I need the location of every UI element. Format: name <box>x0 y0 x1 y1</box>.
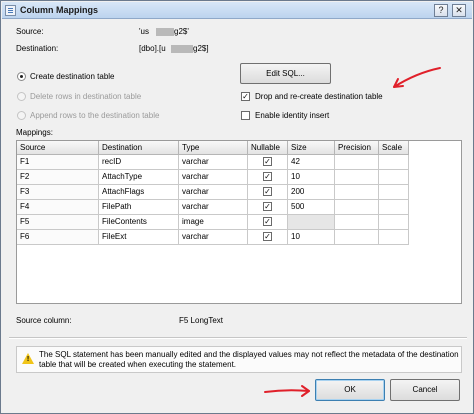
nullable-checkbox[interactable]: ✓ <box>263 157 272 166</box>
identity-insert-label[interactable]: Enable identity insert <box>255 111 329 121</box>
cell-nullable[interactable]: ✓ <box>248 185 288 200</box>
cell-nullable[interactable]: ✓ <box>248 170 288 185</box>
cancel-button[interactable]: Cancel <box>390 379 460 401</box>
cell-scale[interactable] <box>379 215 409 230</box>
cell-destination[interactable]: FilePath <box>99 200 179 215</box>
cell-precision[interactable] <box>335 215 379 230</box>
column-header-destination[interactable]: Destination <box>99 141 179 155</box>
cell-size[interactable]: 200 <box>288 185 335 200</box>
nullable-checkbox[interactable]: ✓ <box>263 217 272 226</box>
window-title: Column Mappings <box>20 5 98 15</box>
nullable-checkbox[interactable]: ✓ <box>263 187 272 196</box>
help-button[interactable]: ? <box>434 4 448 17</box>
ok-button[interactable]: OK <box>315 379 385 401</box>
source-value-end: g2$' <box>174 27 189 36</box>
cell-source[interactable]: F6 <box>17 230 99 245</box>
cell-destination[interactable]: FileExt <box>99 230 179 245</box>
delete-rows-label[interactable]: Delete rows in destination table <box>30 92 141 102</box>
cell-size[interactable]: 500 <box>288 200 335 215</box>
column-header-type[interactable]: Type <box>179 141 248 155</box>
cell-destination[interactable]: AttachType <box>99 170 179 185</box>
destination-value-end: g2$] <box>193 44 209 53</box>
create-table-label[interactable]: Create destination table <box>30 72 115 82</box>
cell-precision[interactable] <box>335 230 379 245</box>
nullable-checkbox[interactable]: ✓ <box>263 202 272 211</box>
append-rows-label[interactable]: Append rows to the destination table <box>30 111 159 121</box>
column-header-precision[interactable]: Precision <box>335 141 379 155</box>
cell-nullable[interactable]: ✓ <box>248 200 288 215</box>
identity-insert-checkbox[interactable] <box>241 111 250 120</box>
cell-precision[interactable] <box>335 155 379 170</box>
dialog-window: Column Mappings ? ✕ Source: 'us g2$' Des… <box>0 0 474 414</box>
destination-label: Destination: <box>16 44 59 53</box>
cell-scale[interactable] <box>379 185 409 200</box>
mappings-grid[interactable]: Source Destination Type Nullable Size Pr… <box>16 140 462 304</box>
warning-icon-mark: ! <box>26 356 30 363</box>
title-bar[interactable]: Column Mappings ? ✕ <box>2 2 472 19</box>
cell-source[interactable]: F3 <box>17 185 99 200</box>
source-redaction <box>156 28 174 36</box>
cell-scale[interactable] <box>379 170 409 185</box>
cell-precision[interactable] <box>335 200 379 215</box>
warning-message: The SQL statement has been manually edit… <box>39 350 459 369</box>
mappings-label: Mappings: <box>16 128 53 137</box>
cell-destination[interactable]: AttachFlags <box>99 185 179 200</box>
cell-size[interactable]: 10 <box>288 170 335 185</box>
cell-destination[interactable]: recID <box>99 155 179 170</box>
cell-precision[interactable] <box>335 170 379 185</box>
edit-sql-button[interactable]: Edit SQL... <box>240 63 331 84</box>
column-header-size[interactable]: Size <box>288 141 335 155</box>
column-header-nullable[interactable]: Nullable <box>248 141 288 155</box>
warning-bar: ! The SQL statement has been manually ed… <box>16 346 462 373</box>
cell-nullable[interactable]: ✓ <box>248 215 288 230</box>
source-column-value: F5 LongText <box>179 316 224 325</box>
cell-type[interactable]: varchar <box>179 170 248 185</box>
source-column-label: Source column: <box>16 316 72 325</box>
annotation-arrow-ok <box>263 384 313 398</box>
cell-source[interactable]: F4 <box>17 200 99 215</box>
destination-value-start: [dbo].[u <box>139 44 166 53</box>
cell-destination[interactable]: FileContents <box>99 215 179 230</box>
close-button[interactable]: ✕ <box>452 4 466 17</box>
append-rows-radio[interactable] <box>17 111 26 120</box>
destination-redaction <box>171 45 193 53</box>
cell-source[interactable]: F2 <box>17 170 99 185</box>
nullable-checkbox[interactable]: ✓ <box>263 172 272 181</box>
cell-size[interactable]: 42 <box>288 155 335 170</box>
separator <box>9 337 467 339</box>
delete-rows-radio[interactable] <box>17 92 26 101</box>
window-icon <box>5 5 16 16</box>
cell-scale[interactable] <box>379 155 409 170</box>
cell-type[interactable]: varchar <box>179 185 248 200</box>
create-table-radio[interactable] <box>17 72 26 81</box>
cell-type[interactable]: image <box>179 215 248 230</box>
source-value-start: 'us <box>139 27 149 36</box>
nullable-checkbox[interactable]: ✓ <box>263 232 272 241</box>
drop-recreate-label[interactable]: Drop and re-create destination table <box>255 92 383 102</box>
cell-source[interactable]: F5 <box>17 215 99 230</box>
cell-scale[interactable] <box>379 200 409 215</box>
column-header-scale[interactable]: Scale <box>379 141 409 155</box>
cell-nullable[interactable]: ✓ <box>248 155 288 170</box>
cell-type[interactable]: varchar <box>179 230 248 245</box>
cell-nullable[interactable]: ✓ <box>248 230 288 245</box>
cell-size[interactable]: 10 <box>288 230 335 245</box>
cell-source[interactable]: F1 <box>17 155 99 170</box>
cell-precision[interactable] <box>335 185 379 200</box>
cell-scale[interactable] <box>379 230 409 245</box>
source-label: Source: <box>16 27 44 36</box>
cell-type[interactable]: varchar <box>179 200 248 215</box>
cell-type[interactable]: varchar <box>179 155 248 170</box>
annotation-arrow-drop-recreate <box>386 65 442 91</box>
column-header-source[interactable]: Source <box>17 141 99 155</box>
cell-size <box>288 215 335 230</box>
drop-recreate-checkbox[interactable]: ✓ <box>241 92 250 101</box>
